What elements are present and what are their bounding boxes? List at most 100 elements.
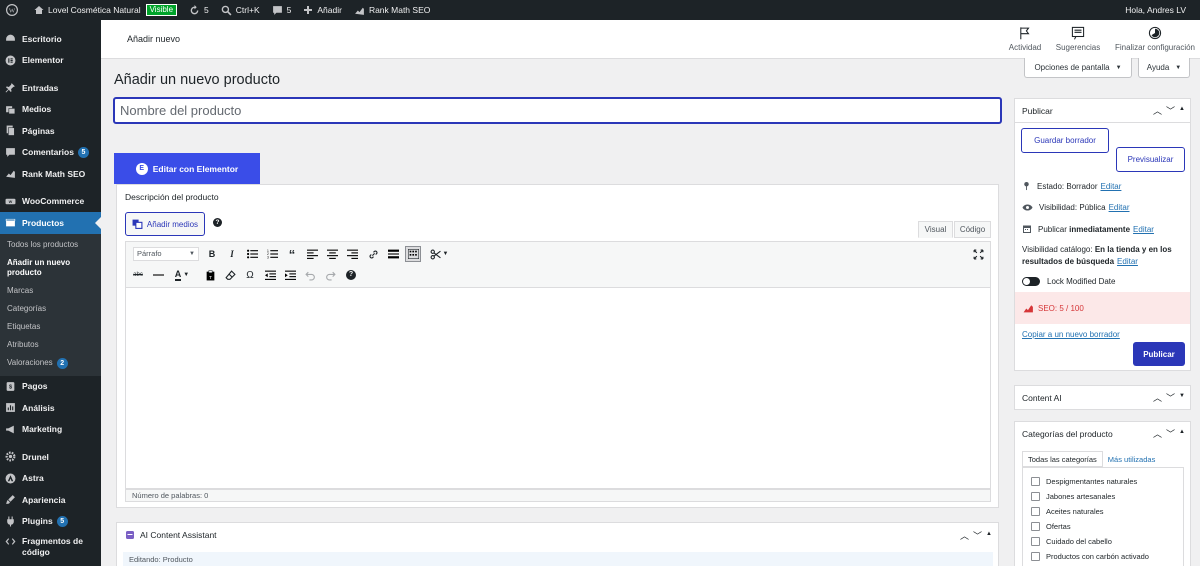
save-draft-button[interactable]: Guardar borrador: [1021, 128, 1109, 153]
submenu-reviews[interactable]: Valoraciones 2: [0, 354, 101, 373]
chevron-down-icon[interactable]: ﹀: [973, 529, 982, 542]
submenu-add-new-product[interactable]: Añadir un nuevo producto: [0, 254, 101, 282]
sidebar-item-productos[interactable]: Productos: [0, 212, 101, 234]
sidebar-item-marketing[interactable]: Marketing: [0, 419, 101, 441]
sidebar-item-plugins[interactable]: Plugins 5: [0, 511, 101, 533]
add-new-link[interactable]: Añadir: [297, 0, 348, 20]
comments-link[interactable]: 5: [266, 0, 298, 20]
category-checkbox[interactable]: [1031, 522, 1040, 531]
activity-button[interactable]: Actividad: [1005, 26, 1045, 52]
updates-link[interactable]: 5: [183, 0, 215, 20]
sidebar-item-fragmentos[interactable]: Fragmentos de código: [0, 532, 101, 560]
submenu-all-products[interactable]: Todos los productos: [0, 236, 101, 254]
align-right-icon[interactable]: [344, 246, 360, 262]
toolbar-toggle-icon[interactable]: [405, 246, 421, 262]
sidebar-item-astra[interactable]: Astra: [0, 468, 101, 490]
align-left-icon[interactable]: [304, 246, 320, 262]
edit-status-link[interactable]: Editar: [1101, 182, 1122, 191]
format-select[interactable]: Párrafo ▼: [133, 247, 199, 261]
chevron-up-icon[interactable]: ︿: [1153, 391, 1162, 404]
chevron-down-icon[interactable]: ﹀: [1166, 104, 1175, 117]
sidebar-item-elementor[interactable]: Elementor: [0, 50, 101, 72]
toggle-panel-icon[interactable]: ▲: [1179, 429, 1185, 440]
toggle-panel-icon[interactable]: ▲: [986, 531, 992, 542]
category-checkbox[interactable]: [1031, 477, 1040, 486]
indent-icon[interactable]: [282, 267, 298, 283]
finish-setup-button[interactable]: Finalizar configuración: [1113, 26, 1197, 52]
preview-button[interactable]: Previsualizar: [1116, 147, 1185, 172]
edit-publish-time-link[interactable]: Editar: [1133, 225, 1154, 234]
chevron-up-icon[interactable]: ︿: [1153, 104, 1162, 117]
italic-icon[interactable]: I: [224, 246, 240, 262]
edit-with-elementor-button[interactable]: E Editar con Elementor: [114, 153, 260, 184]
category-checkbox[interactable]: [1031, 537, 1040, 546]
sidebar-item-comentarios[interactable]: Comentarios 5: [0, 142, 101, 164]
special-character-icon[interactable]: Ω: [242, 267, 258, 283]
lock-modified-toggle[interactable]: [1022, 277, 1040, 286]
description-editor-area[interactable]: [125, 288, 991, 489]
wordpress-logo-icon[interactable]: W: [0, 0, 28, 20]
read-more-icon[interactable]: [385, 246, 401, 262]
sidebar-item-paginas[interactable]: Páginas: [0, 120, 101, 142]
tab-code[interactable]: Código: [954, 221, 991, 238]
submenu-brands[interactable]: Marcas: [0, 282, 101, 300]
suggestions-button[interactable]: Sugerencias: [1055, 26, 1101, 52]
submenu-attributes[interactable]: Atributos: [0, 336, 101, 354]
toggle-panel-icon[interactable]: ▲: [1179, 106, 1185, 117]
strikethrough-icon[interactable]: abc: [130, 267, 146, 283]
chevron-down-icon[interactable]: ﹀: [1166, 427, 1175, 440]
toggle-panel-icon[interactable]: ▼: [1179, 393, 1185, 404]
category-checkbox[interactable]: [1031, 552, 1040, 561]
rank-math-link[interactable]: Rank Math SEO: [348, 0, 436, 20]
clear-formatting-icon[interactable]: [222, 267, 238, 283]
chevron-down-icon[interactable]: ﹀: [1166, 391, 1175, 404]
search-shortcut[interactable]: Ctrl+K: [215, 0, 266, 20]
sidebar-item-escritorio[interactable]: Escritorio: [0, 28, 101, 50]
bold-icon[interactable]: B: [204, 246, 220, 262]
edit-catalog-visibility-link[interactable]: Editar: [1117, 257, 1138, 266]
seo-score-badge[interactable]: SEO: 5 / 100: [1015, 292, 1190, 324]
chevron-up-icon[interactable]: ︿: [1153, 427, 1162, 440]
publish-button[interactable]: Publicar: [1133, 342, 1185, 366]
outdent-icon[interactable]: [262, 267, 278, 283]
bullet-list-icon[interactable]: [244, 246, 260, 262]
keyboard-shortcuts-help-icon[interactable]: ?: [343, 267, 359, 283]
sidebar-item-woocommerce[interactable]: W WooCommerce: [0, 191, 101, 213]
submenu-tags[interactable]: Etiquetas: [0, 318, 101, 336]
help-button[interactable]: Ayuda ▼: [1138, 58, 1190, 78]
product-name-input[interactable]: [113, 97, 1002, 124]
fullscreen-icon[interactable]: [970, 246, 986, 262]
sidebar-item-pagos[interactable]: $ Pagos: [0, 376, 101, 398]
submenu-categories[interactable]: Categorías: [0, 300, 101, 318]
numbered-list-icon[interactable]: 123: [264, 246, 280, 262]
redo-icon[interactable]: [322, 267, 338, 283]
tab-most-used[interactable]: Más utilizadas: [1103, 451, 1161, 467]
copy-to-new-draft-link[interactable]: Copiar a un nuevo borrador: [1022, 330, 1120, 339]
chevron-up-icon[interactable]: ︿: [960, 529, 969, 542]
help-icon[interactable]: ?: [213, 218, 222, 227]
sidebar-item-apariencia[interactable]: Apariencia: [0, 489, 101, 511]
site-name-link[interactable]: Lovel Cosmética Natural Visible: [28, 0, 183, 20]
sidebar-item-rank-math[interactable]: Rank Math SEO: [0, 163, 101, 185]
user-greeting[interactable]: Hola, Andres LV: [1119, 0, 1192, 20]
sidebar-item-entradas[interactable]: Entradas: [0, 77, 101, 99]
link-icon[interactable]: [365, 246, 381, 262]
category-checkbox[interactable]: [1031, 507, 1040, 516]
quote-icon[interactable]: “: [284, 246, 300, 262]
align-center-icon[interactable]: [324, 246, 340, 262]
tools-dropdown-icon[interactable]: ▼: [428, 246, 450, 262]
sidebar-item-drunel[interactable]: Drunel: [0, 446, 101, 468]
horizontal-line-icon[interactable]: [150, 267, 166, 283]
category-checkbox[interactable]: [1031, 492, 1040, 501]
sidebar-item-analisis[interactable]: Análisis: [0, 397, 101, 419]
sidebar-item-medios[interactable]: Medios: [0, 99, 101, 121]
paste-as-text-icon[interactable]: T: [202, 267, 218, 283]
edit-visibility-link[interactable]: Editar: [1109, 203, 1130, 212]
tab-all-categories[interactable]: Todas las categorías: [1022, 451, 1103, 467]
screen-options-button[interactable]: Opciones de pantalla ▼: [1024, 58, 1132, 78]
text-color-icon[interactable]: A ▼: [170, 267, 194, 283]
undo-icon[interactable]: [302, 267, 318, 283]
content-ai-header[interactable]: Content AI ︿ ﹀ ▼: [1015, 386, 1190, 410]
add-media-button[interactable]: Añadir medios: [125, 212, 205, 236]
tab-visual[interactable]: Visual: [918, 221, 953, 238]
